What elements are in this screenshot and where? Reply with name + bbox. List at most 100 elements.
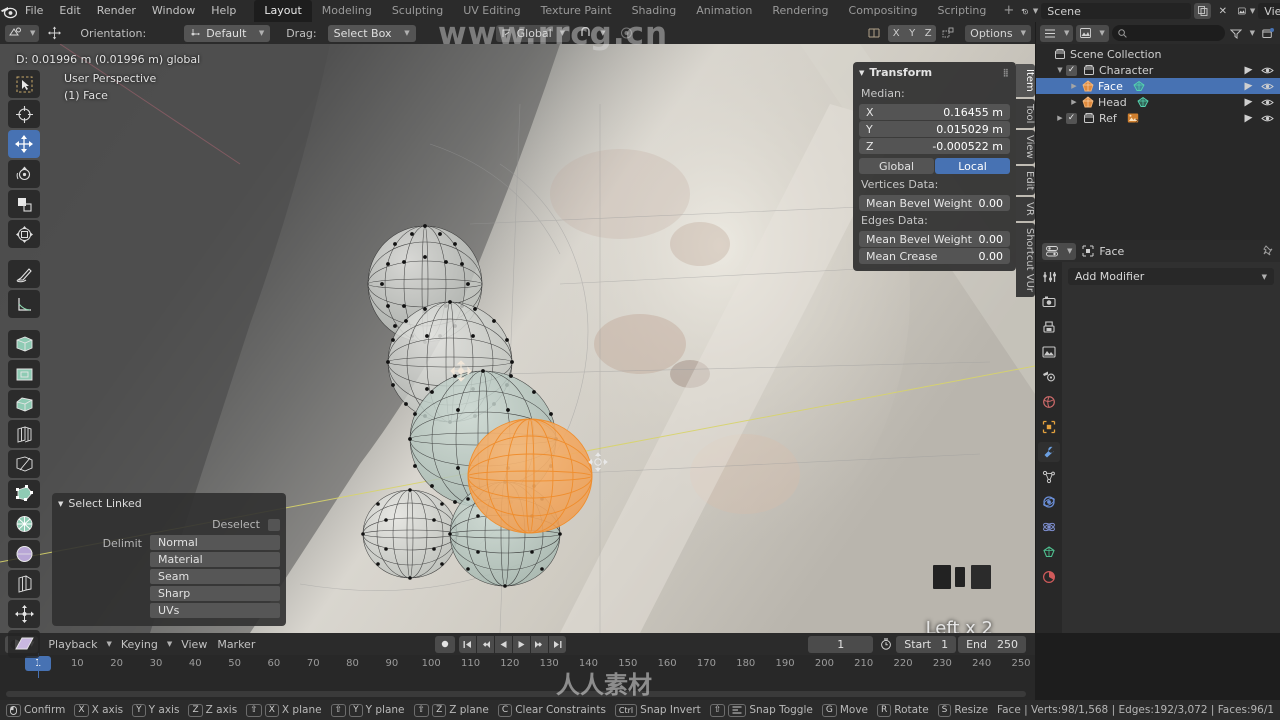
mirror-options-icon[interactable] xyxy=(939,25,958,42)
median-fields-group[interactable]: X 0.16455 m Y 0.015029 m Z -0.000522 m xyxy=(853,104,1016,154)
properties-editor[interactable]: ▼ Face Add Modifier ▼ xyxy=(1036,240,1280,633)
deselect-row[interactable]: Deselect xyxy=(58,518,280,531)
disclosure-triangle-icon[interactable]: ▶ xyxy=(1054,114,1066,122)
timeline-ruler[interactable]: 1 10203040506070809010011012013014015016… xyxy=(0,655,1035,675)
properties-object-tab[interactable] xyxy=(1038,417,1060,437)
workspace-tab-rendering[interactable]: Rendering xyxy=(762,0,838,22)
next-keyframe-button[interactable] xyxy=(531,635,549,653)
properties-header[interactable]: ▼ Face xyxy=(1036,240,1280,262)
properties-scene-tab[interactable] xyxy=(1038,367,1060,387)
sidebar-tab-vr[interactable]: VR xyxy=(1016,197,1035,222)
sidebar-tab-item[interactable]: Item xyxy=(1016,64,1035,97)
properties-particles-tab[interactable] xyxy=(1038,467,1060,487)
workspace-tab-sculpting[interactable]: Sculpting xyxy=(382,0,453,22)
properties-content[interactable]: Add Modifier ▼ xyxy=(1062,262,1280,633)
workspace-tab-shading[interactable]: Shading xyxy=(622,0,687,22)
start-frame-field[interactable]: Start 1 xyxy=(896,635,957,653)
shear-tool-button[interactable] xyxy=(8,630,40,658)
timeline-menu-keying[interactable]: Keying xyxy=(116,638,163,651)
menu-help[interactable]: Help xyxy=(203,0,244,22)
poly-build-tool-button[interactable] xyxy=(8,480,40,508)
delimit-option-uvs[interactable]: UVs xyxy=(150,603,280,618)
outliner-search-input[interactable] xyxy=(1111,25,1225,41)
loop-cut-tool-button[interactable] xyxy=(8,420,40,448)
timeline-scrollbar[interactable] xyxy=(6,691,1026,697)
use-preview-range-icon[interactable] xyxy=(877,636,894,653)
shrink-fatten-tool-button[interactable] xyxy=(8,600,40,628)
exclude-checkbox[interactable]: ✓ xyxy=(1066,112,1077,124)
outliner-row-toggles[interactable] xyxy=(1243,113,1274,124)
outliner-row-head[interactable]: ▶ Head xyxy=(1036,94,1280,110)
deselect-checkbox[interactable] xyxy=(268,518,280,531)
delimit-option-sharp[interactable]: Sharp xyxy=(150,586,280,601)
cursor-tool-button[interactable] xyxy=(8,100,40,128)
move-tool-button[interactable] xyxy=(8,130,40,158)
pin-icon[interactable] xyxy=(1262,245,1274,257)
scene-browse-icon[interactable]: ▼ xyxy=(1021,3,1038,19)
properties-editor-type-button[interactable]: ▼ xyxy=(1042,242,1077,260)
workspace-tab-compositing[interactable]: Compositing xyxy=(839,0,928,22)
remove-scene-button[interactable]: ✕ xyxy=(1214,3,1231,19)
sidebar-tab-shortcut-vur[interactable]: Shortcut VUr xyxy=(1016,223,1035,298)
workspace-tab-layout[interactable]: Layout xyxy=(254,0,312,22)
outliner-row-toggles[interactable] xyxy=(1243,81,1274,92)
workspace-tab-texture-paint[interactable]: Texture Paint xyxy=(531,0,622,22)
tweak-tool-button[interactable] xyxy=(8,70,40,98)
viewport-header-right[interactable]: X Y Z Options ▼ xyxy=(864,24,1035,42)
editor-type-button[interactable]: ▼ xyxy=(5,24,40,42)
timeline-header[interactable]: ▼ Playback▼Keying▼ViewMarker xyxy=(0,633,1035,655)
disclosure-triangle-icon[interactable]: ▼ xyxy=(1054,66,1066,74)
outliner-display-mode-button[interactable]: ▼ xyxy=(1076,24,1109,42)
inset-faces-tool-button[interactable] xyxy=(8,360,40,388)
main-menu-group[interactable]: File Edit Render Window Help xyxy=(17,0,244,22)
menu-file[interactable]: File xyxy=(17,0,51,22)
properties-data-tab[interactable] xyxy=(1038,542,1060,562)
menu-window[interactable]: Window xyxy=(144,0,203,22)
transport-controls[interactable] xyxy=(459,635,567,653)
workspace-tabs[interactable]: Layout Modeling Sculpting UV Editing Texture… xyxy=(254,0,1021,22)
spin-tool-button[interactable] xyxy=(8,510,40,538)
view-layer-name-field[interactable]: View Layer xyxy=(1258,3,1280,19)
timeline-menu-playback[interactable]: Playback xyxy=(43,638,102,651)
add-modifier-button[interactable]: Add Modifier ▼ xyxy=(1068,268,1274,285)
properties-view-layer-tab[interactable] xyxy=(1038,342,1060,362)
end-frame-field[interactable]: End 250 xyxy=(958,635,1026,653)
properties-modifier-tab[interactable] xyxy=(1038,442,1060,462)
viewport-header[interactable]: ▼ Orientation: Default ▼ Drag: Select Bo… xyxy=(0,22,1035,44)
delimit-option-normal[interactable]: Normal xyxy=(150,535,280,550)
median-x-field[interactable]: X 0.16455 m xyxy=(859,104,1010,120)
properties-constraints-tab[interactable] xyxy=(1038,517,1060,537)
properties-material-tab[interactable] xyxy=(1038,567,1060,587)
redo-panel-header[interactable]: ▼ Select Linked xyxy=(58,497,280,510)
delimit-option-material[interactable]: Material xyxy=(150,552,280,567)
blender-logo-icon[interactable] xyxy=(0,0,17,22)
timeline-editor[interactable]: ▼ Playback▼Keying▼ViewMarker xyxy=(0,633,1035,700)
current-frame-field[interactable]: 1 xyxy=(808,635,874,653)
top-bar-right-group[interactable]: ▼ Scene ✕ ▼ View Layer ✕ xyxy=(1021,3,1280,19)
outliner-row-character[interactable]: ▼ ✓ Character xyxy=(1036,62,1280,78)
edges-data-fields[interactable]: Mean Bevel Weight 0.00 Mean Crease 0.00 xyxy=(853,231,1016,264)
add-workspace-button[interactable]: + xyxy=(996,0,1021,22)
scale-tool-button[interactable] xyxy=(8,190,40,218)
viewport-nav-gizmo[interactable] xyxy=(933,563,997,591)
annotate-tool-button[interactable] xyxy=(8,260,40,288)
scene-name-field[interactable]: Scene xyxy=(1041,3,1192,19)
axis-x-button[interactable]: X xyxy=(888,24,905,42)
delimit-option-seam[interactable]: Seam xyxy=(150,569,280,584)
sidebar-category-tabs[interactable]: Item Tool View Edit VR Shortcut VUr xyxy=(1016,64,1035,298)
exclude-checkbox[interactable]: ✓ xyxy=(1066,64,1077,76)
menu-edit[interactable]: Edit xyxy=(51,0,88,22)
edges-mean-bevel-weight-field[interactable]: Mean Bevel Weight 0.00 xyxy=(859,231,1010,247)
median-z-field[interactable]: Z -0.000522 m xyxy=(859,138,1010,154)
auto-keying-button[interactable] xyxy=(435,635,456,653)
jump-to-start-button[interactable] xyxy=(459,635,477,653)
workspace-tab-animation[interactable]: Animation xyxy=(686,0,762,22)
timeline-menu-view[interactable]: View xyxy=(176,638,212,651)
properties-world-tab[interactable] xyxy=(1038,392,1060,412)
timeline-playback-controls[interactable]: 1 Start 1 End 250 xyxy=(435,635,1030,653)
play-button[interactable] xyxy=(513,635,531,653)
drag-dropdown[interactable]: Select Box ▼ xyxy=(327,24,416,42)
properties-render-tab[interactable] xyxy=(1038,292,1060,312)
transform-orientation-dropdown[interactable]: Global ▼ xyxy=(495,24,571,42)
new-collection-icon[interactable] xyxy=(1260,25,1276,42)
